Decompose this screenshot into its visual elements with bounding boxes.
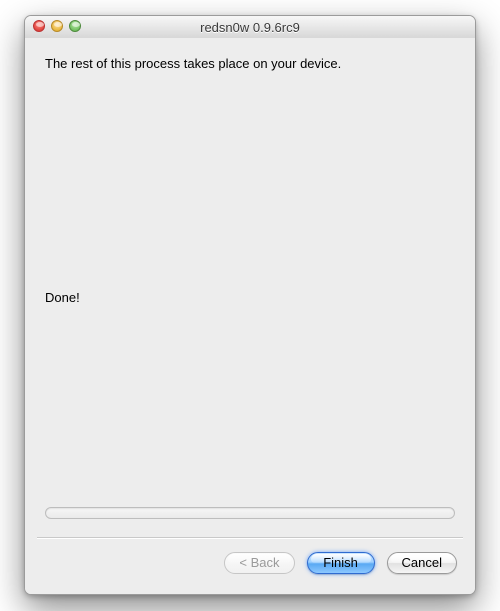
separator bbox=[37, 537, 463, 539]
progress-bar bbox=[45, 507, 455, 519]
finish-button-label: Finish bbox=[323, 555, 358, 570]
app-window: redsn0w 0.9.6rc9 The rest of this proces… bbox=[24, 15, 476, 595]
button-row: < Back Finish Cancel bbox=[224, 552, 457, 574]
status-text: Done! bbox=[45, 290, 80, 305]
instruction-text: The rest of this process takes place on … bbox=[45, 56, 455, 71]
window-content: The rest of this process takes place on … bbox=[25, 38, 475, 594]
window-controls bbox=[33, 20, 81, 32]
window-title: redsn0w 0.9.6rc9 bbox=[200, 20, 300, 35]
zoom-icon[interactable] bbox=[69, 20, 81, 32]
cancel-button-label: Cancel bbox=[402, 555, 442, 570]
back-button: < Back bbox=[224, 552, 294, 574]
close-icon[interactable] bbox=[33, 20, 45, 32]
cancel-button[interactable]: Cancel bbox=[387, 552, 457, 574]
title-bar: redsn0w 0.9.6rc9 bbox=[25, 16, 475, 39]
back-button-label: < Back bbox=[239, 555, 279, 570]
minimize-icon[interactable] bbox=[51, 20, 63, 32]
finish-button[interactable]: Finish bbox=[307, 552, 375, 574]
